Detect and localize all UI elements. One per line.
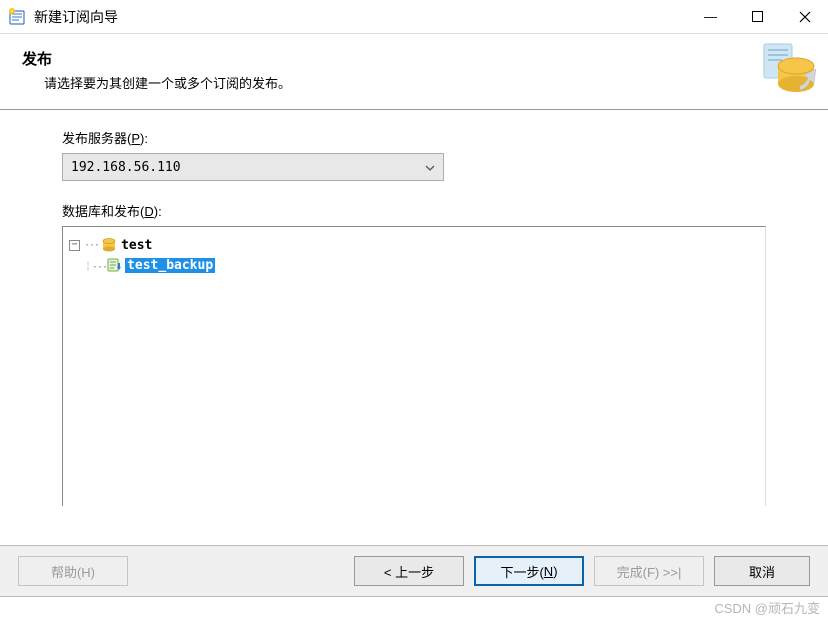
- cancel-button[interactable]: 取消: [714, 556, 810, 586]
- watermark: CSDN @顽石九变: [714, 598, 820, 617]
- tree-root-label: test: [121, 238, 152, 253]
- tree-child-row[interactable]: ￤··· test_backup: [83, 255, 759, 275]
- database-icon: [101, 237, 117, 253]
- next-button[interactable]: 下一步(N): [474, 556, 584, 586]
- wizard-header: 发布 请选择要为其创建一个或多个订阅的发布。: [0, 34, 828, 110]
- publisher-label: 发布服务器(P):: [62, 128, 766, 147]
- finish-button[interactable]: 完成(F) >>|: [594, 556, 704, 586]
- collapse-icon[interactable]: −: [69, 240, 80, 251]
- publications-tree[interactable]: − ··· test ￤··· test_backup: [62, 226, 766, 506]
- publisher-value: 192.168.56.110: [71, 160, 425, 175]
- help-button[interactable]: 帮助(H): [18, 556, 128, 586]
- tree-root-row[interactable]: − ··· test: [69, 235, 759, 255]
- wizard-icon: [8, 8, 26, 26]
- minimize-button[interactable]: —: [687, 0, 734, 33]
- title-bar: 新建订阅向导 —: [0, 0, 828, 34]
- page-description: 请选择要为其创建一个或多个订阅的发布。: [44, 73, 806, 92]
- back-button[interactable]: < 上一步: [354, 556, 464, 586]
- tree-connector: ···: [84, 240, 99, 251]
- publication-item-icon: [107, 257, 123, 273]
- wizard-content: 发布服务器(P): 192.168.56.110 数据库和发布(D): − ··…: [0, 110, 828, 506]
- database-publications-label: 数据库和发布(D):: [62, 201, 766, 220]
- wizard-button-bar: 帮助(H) < 上一步 下一步(N) 完成(F) >>| 取消: [0, 545, 828, 597]
- close-button[interactable]: [781, 0, 828, 33]
- maximize-button[interactable]: [734, 0, 781, 33]
- window-title: 新建订阅向导: [34, 7, 687, 27]
- chevron-down-icon: [425, 161, 435, 174]
- window-controls: —: [687, 0, 828, 33]
- publication-icon: [760, 40, 820, 100]
- publisher-combobox[interactable]: 192.168.56.110: [62, 153, 444, 181]
- page-title: 发布: [22, 48, 806, 69]
- tree-child-label: test_backup: [125, 258, 215, 273]
- tree-connector: ￤···: [83, 258, 107, 273]
